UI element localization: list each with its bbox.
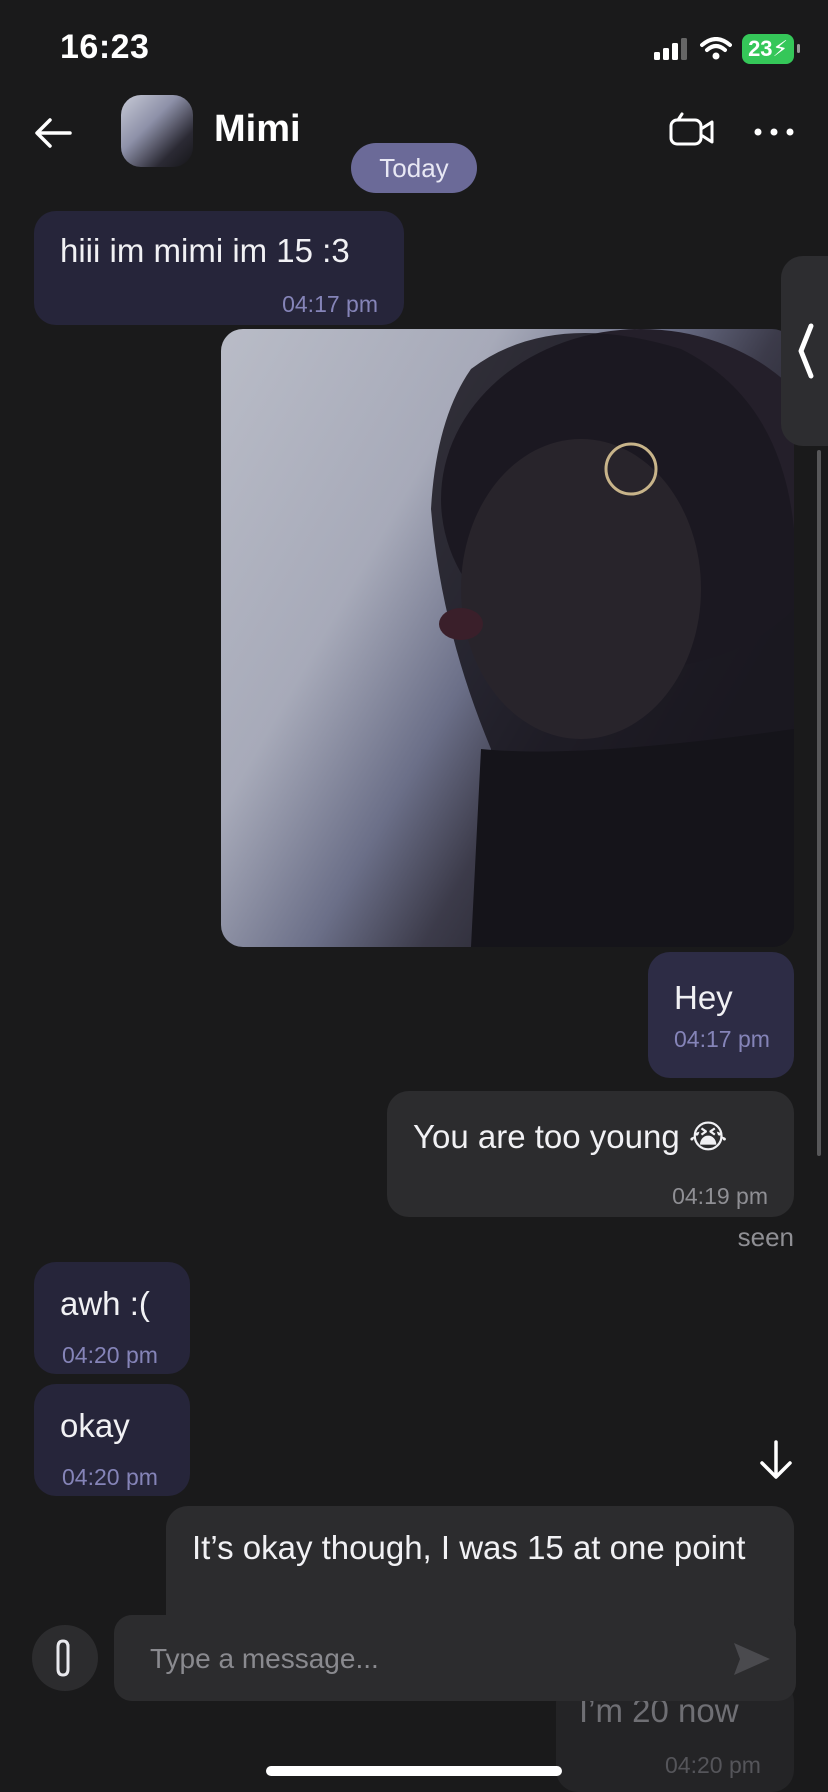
back-arrow-icon[interactable] bbox=[30, 110, 76, 156]
attach-button[interactable] bbox=[32, 1625, 98, 1691]
message-time: 04:20 pm bbox=[62, 1342, 158, 1368]
message-time: 04:19 pm bbox=[672, 1183, 768, 1209]
message-bubble-incoming[interactable]: okay 04:20 pm bbox=[34, 1384, 190, 1496]
signal-icon bbox=[654, 38, 688, 60]
message-text: okay bbox=[60, 1407, 130, 1444]
message-time: 04:20 pm bbox=[665, 1752, 761, 1778]
status-icons: 23⚡ bbox=[654, 34, 800, 64]
date-divider: Today bbox=[351, 143, 477, 193]
home-indicator bbox=[266, 1766, 562, 1776]
message-time: 04:17 pm bbox=[282, 291, 378, 317]
message-bubble-incoming[interactable]: awh :( 04:20 pm bbox=[34, 1262, 190, 1374]
seen-indicator: seen bbox=[737, 1222, 794, 1252]
chevron-left-icon bbox=[798, 323, 814, 379]
send-icon[interactable] bbox=[730, 1637, 774, 1681]
message-bubble-outgoing[interactable]: Hey 04:17 pm bbox=[648, 952, 794, 1078]
message-bubble-incoming[interactable]: hiii im mimi im 15 :3 04:17 pm bbox=[34, 211, 404, 325]
message-text: hiii im mimi im 15 :3 bbox=[60, 232, 350, 269]
video-camera-icon[interactable] bbox=[668, 112, 716, 152]
scrollbar[interactable] bbox=[817, 450, 821, 1156]
avatar[interactable] bbox=[121, 95, 193, 167]
contact-name[interactable]: Mimi bbox=[214, 108, 301, 151]
message-text: awh :( bbox=[60, 1285, 150, 1322]
photo-image bbox=[431, 329, 794, 947]
message-text: It’s okay though, I was 15 at one point bbox=[192, 1529, 746, 1566]
status-time: 16:23 bbox=[60, 28, 150, 66]
photo-message[interactable] bbox=[221, 329, 794, 947]
message-text: Hey bbox=[674, 979, 733, 1016]
message-text: You are too young 😭 bbox=[413, 1118, 728, 1155]
more-icon[interactable] bbox=[752, 118, 796, 146]
message-composer[interactable] bbox=[114, 1615, 796, 1703]
message-time: 04:17 pm bbox=[674, 1026, 770, 1052]
side-panel-handle[interactable] bbox=[781, 256, 828, 446]
battery-icon: 23⚡ bbox=[742, 34, 800, 64]
message-bubble-outgoing[interactable]: You are too young 😭 04:19 pm bbox=[387, 1091, 794, 1217]
wifi-icon bbox=[700, 37, 733, 60]
message-input[interactable] bbox=[148, 1615, 712, 1703]
paperclip-icon bbox=[56, 1639, 70, 1677]
message-time: 04:20 pm bbox=[62, 1464, 158, 1490]
arrow-down-icon[interactable] bbox=[752, 1436, 800, 1484]
battery-level: 23 bbox=[748, 36, 773, 61]
